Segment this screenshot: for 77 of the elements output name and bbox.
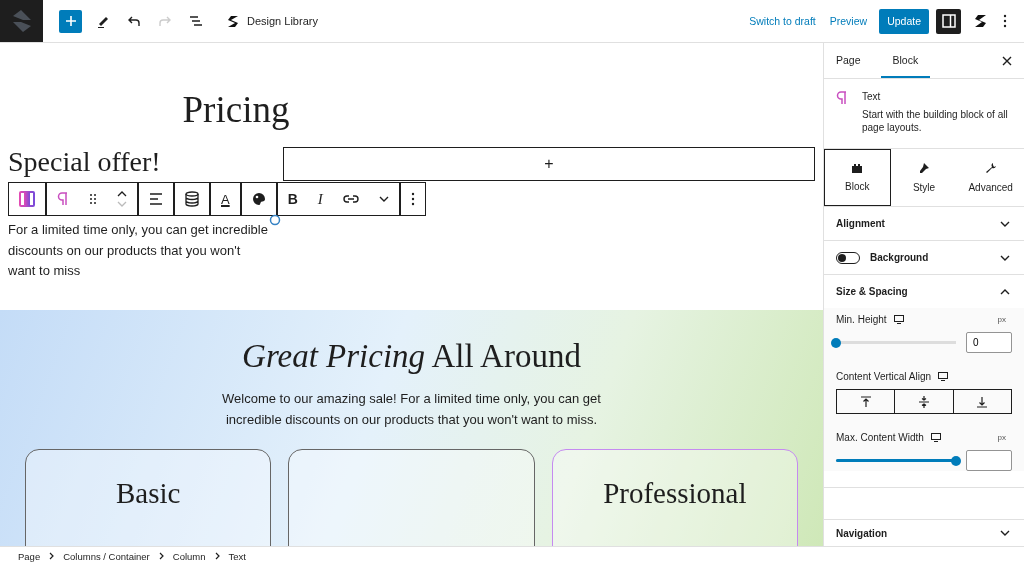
align-left-icon[interactable]: [149, 193, 163, 205]
settings-toggle-button[interactable]: [936, 8, 961, 34]
chevron-right-icon: [214, 552, 220, 560]
link-icon[interactable]: [342, 194, 359, 204]
block-icon: [851, 163, 864, 173]
pricing-title: Great Pricing All Around: [242, 337, 581, 376]
pricing-heading: Pricing: [181, 88, 291, 132]
breadcrumb-link[interactable]: Text: [228, 550, 246, 562]
block-description: Start with the building block of all page layouts.: [862, 108, 1009, 134]
add-block-appender[interactable]: +: [283, 147, 815, 181]
breadcrumb-link[interactable]: Columns / Container: [63, 550, 150, 562]
panel-header[interactable]: Alignment: [824, 207, 1024, 240]
more-options-icon[interactable]: [1003, 14, 1007, 28]
panel-tab[interactable]: Block: [824, 149, 891, 206]
panel-tab[interactable]: Advanced: [957, 149, 1024, 206]
italic-button[interactable]: I: [317, 183, 323, 215]
slider-thumb[interactable]: [951, 455, 961, 466]
document-title: Design Library: [247, 15, 318, 27]
more-options-icon[interactable]: [410, 192, 415, 206]
wrench-icon: [984, 162, 997, 174]
chevron-right-icon: [49, 552, 55, 560]
bold-button[interactable]: B: [287, 183, 298, 215]
control-label: Content Vertical Align: [836, 370, 932, 382]
desktop-icon: [930, 432, 941, 442]
palette-icon[interactable]: [251, 192, 266, 206]
sidebar-icon: [941, 14, 956, 28]
align-top-icon: [859, 395, 872, 408]
align-bottom-icon: [976, 395, 989, 408]
pilcrow-icon: [836, 91, 848, 105]
chevron-down-icon: [1000, 530, 1010, 536]
sidebar-tab[interactable]: Page: [836, 43, 873, 78]
plus-icon: [64, 15, 77, 27]
resize-handle-icon[interactable]: [269, 214, 281, 226]
s-logo-icon[interactable]: [974, 14, 987, 28]
panel-header[interactable]: Background: [824, 241, 1024, 274]
close-icon[interactable]: [1002, 55, 1012, 66]
document-title-button[interactable]: Design Library: [227, 14, 318, 28]
control-label: Max. Content Width: [836, 431, 924, 443]
unit-label: px: [997, 432, 1006, 442]
breadcrumb-link[interactable]: Page: [18, 550, 41, 562]
database-icon[interactable]: [185, 191, 199, 207]
desktop-icon: [938, 371, 949, 381]
paragraph-text: For a limited time only, you can get incredible discounts on our products that you won't want to miss: [8, 221, 269, 280]
block-name: Text: [862, 91, 882, 102]
desktop-icon: [893, 314, 904, 324]
unit-label: px: [997, 314, 1006, 324]
text-color-button[interactable]: A: [221, 183, 230, 215]
plan-name: Professional: [603, 476, 747, 511]
intro-text: Welcome to our amazing sale! For a limited time only, you can get incredible discounts on our products that you won't want to miss.: [221, 390, 602, 429]
list-view-icon[interactable]: [189, 15, 203, 27]
drag-handle-icon[interactable]: [89, 193, 97, 205]
header-link-button[interactable]: Switch to draft: [747, 11, 818, 31]
panel-header[interactable]: Size & Spacing: [824, 275, 1024, 308]
s-logo-icon: [227, 14, 239, 28]
number-input[interactable]: [966, 450, 1012, 471]
plan-name: Basic: [115, 476, 181, 511]
brush-icon: [918, 162, 930, 174]
number-input[interactable]: 0: [966, 332, 1012, 353]
pilcrow-icon[interactable]: [57, 192, 69, 206]
chevron-right-icon: [158, 552, 164, 560]
pencil-icon[interactable]: [96, 14, 110, 28]
slider-thumb[interactable]: [831, 337, 841, 348]
chevron-down-icon[interactable]: [378, 196, 389, 202]
header-link-button[interactable]: Preview: [827, 11, 870, 31]
update-button[interactable]: Update: [879, 8, 929, 34]
block-switcher-icon[interactable]: [19, 191, 35, 207]
add-block-button[interactable]: [59, 9, 82, 33]
offer-heading: Special offer!: [8, 147, 162, 177]
chevron-down-icon: [1000, 254, 1010, 261]
breadcrumb-link[interactable]: Column: [172, 550, 206, 562]
align-middle-icon: [918, 395, 930, 408]
panel-tab[interactable]: Style: [890, 149, 958, 206]
control-label: Min. Height: [836, 313, 887, 325]
chevron-down-icon: [1000, 220, 1010, 227]
chevron-up-icon: [1000, 288, 1010, 295]
sidebar-tab[interactable]: Block: [880, 43, 931, 78]
undo-icon[interactable]: [127, 15, 141, 27]
